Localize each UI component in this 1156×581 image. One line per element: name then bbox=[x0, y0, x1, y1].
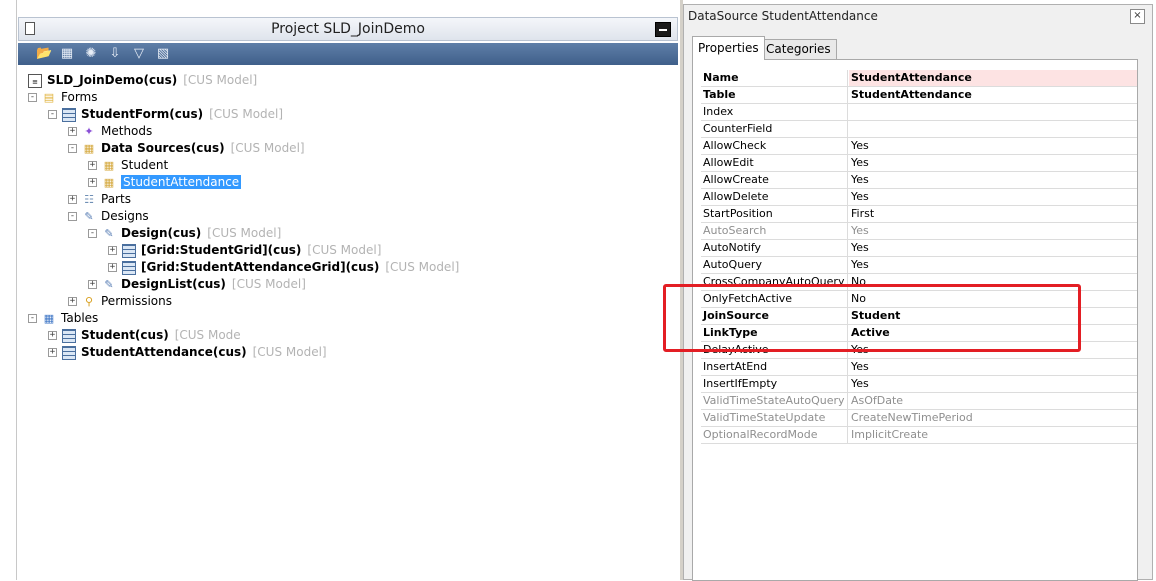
property-row[interactable]: OptionalRecordMode ImplicitCreate bbox=[701, 427, 1137, 444]
property-row[interactable]: ValidTimeStateUpdate CreateNewTimePeriod bbox=[701, 410, 1137, 427]
open-icon[interactable]: 📂 bbox=[36, 46, 52, 62]
tree-node-root[interactable]: ≡ SLD_JoinDemo(cus) [CUS Model] bbox=[28, 72, 257, 89]
layout-icon[interactable]: ▧ bbox=[155, 46, 171, 62]
project-toolbar: 📂 ▦ ✺ ⇩ ▽ ▧ bbox=[18, 43, 678, 65]
tree-node-design[interactable]: - ✎ Design(cus) [CUS Model] bbox=[88, 225, 281, 242]
tables-icon: ▦ bbox=[43, 311, 55, 325]
project-title: Project SLD_JoinDemo bbox=[271, 21, 425, 37]
tree-node-design-list[interactable]: + ✎ DesignList(cus) [CUS Model] bbox=[88, 276, 306, 293]
highlight-annotation-box bbox=[663, 284, 1081, 352]
property-row[interactable]: ValidTimeStateAutoQuery AsOfDate bbox=[701, 393, 1137, 410]
tree-node-permissions[interactable]: + ⚲ Permissions bbox=[68, 293, 172, 310]
expand-icon[interactable]: + bbox=[88, 178, 97, 187]
project-pane: Project SLD_JoinDemo 📂 ▦ ✺ ⇩ ▽ ▧ ≡ SLD_Jo… bbox=[0, 0, 680, 580]
tree-node-forms[interactable]: - ▤ Forms bbox=[28, 89, 97, 106]
property-row[interactable]: AutoSearch Yes bbox=[701, 223, 1137, 240]
data-sources-icon: ▦ bbox=[83, 141, 95, 155]
property-row[interactable]: AllowCheck Yes bbox=[701, 138, 1137, 155]
import-icon[interactable]: ⇩ bbox=[107, 46, 123, 62]
expand-icon[interactable]: + bbox=[88, 280, 97, 289]
compile-icon[interactable]: ✺ bbox=[83, 46, 99, 62]
tree-node-ds-attendance[interactable]: + ▦ StudentAttendance bbox=[88, 174, 242, 191]
forms-folder-icon: ▤ bbox=[43, 90, 55, 104]
save-icon[interactable]: ▦ bbox=[59, 46, 75, 62]
property-row[interactable]: AutoNotify Yes bbox=[701, 240, 1137, 257]
tree-node-methods[interactable]: + ✦ Methods bbox=[68, 123, 152, 140]
expand-icon[interactable]: + bbox=[68, 127, 77, 136]
expand-icon[interactable]: + bbox=[48, 348, 57, 357]
property-row[interactable]: InsertAtEnd Yes bbox=[701, 359, 1137, 376]
tree-node-student-form[interactable]: - StudentForm(cus) [CUS Model] bbox=[48, 106, 283, 123]
methods-icon: ✦ bbox=[84, 124, 94, 138]
tab-categories[interactable]: Categories bbox=[760, 39, 837, 60]
tree-node-designs[interactable]: - ✎ Designs bbox=[68, 208, 149, 225]
design-list-icon: ✎ bbox=[104, 277, 114, 291]
properties-title: DataSource StudentAttendance bbox=[688, 9, 878, 23]
filter-icon[interactable]: ▽ bbox=[131, 46, 147, 62]
tree-node-table-attendance[interactable]: + StudentAttendance(cus) [CUS Model] bbox=[48, 344, 327, 361]
collapse-icon[interactable]: - bbox=[28, 314, 37, 323]
close-button[interactable]: × bbox=[1130, 9, 1145, 24]
designs-icon: ✎ bbox=[84, 209, 94, 223]
table-icon bbox=[62, 328, 76, 343]
collapse-icon[interactable]: - bbox=[48, 110, 57, 119]
grid-icon bbox=[122, 243, 136, 258]
property-row[interactable]: Index bbox=[701, 104, 1137, 121]
property-row[interactable]: InsertIfEmpty Yes bbox=[701, 376, 1137, 393]
tree-node-parts[interactable]: + ☷ Parts bbox=[68, 191, 131, 208]
property-row[interactable]: AllowDelete Yes bbox=[701, 189, 1137, 206]
property-row[interactable]: AllowCreate Yes bbox=[701, 172, 1137, 189]
table-icon bbox=[62, 345, 76, 360]
tree-node-grid-student[interactable]: + [Grid:StudentGrid](cus) [CUS Model] bbox=[108, 242, 381, 259]
expand-icon[interactable]: + bbox=[108, 263, 117, 272]
data-source-icon: ▦ bbox=[103, 175, 115, 189]
property-row[interactable]: CounterField bbox=[701, 121, 1137, 138]
selected-node-label: StudentAttendance bbox=[121, 175, 242, 189]
collapse-icon[interactable]: - bbox=[88, 229, 97, 238]
tree-node-table-student[interactable]: + Student(cus) [CUS Mode bbox=[48, 327, 241, 344]
collapse-icon[interactable]: - bbox=[68, 212, 77, 221]
tree-node-data-sources[interactable]: - ▦ Data Sources(cus) [CUS Model] bbox=[68, 140, 305, 157]
collapse-icon[interactable]: - bbox=[28, 93, 37, 102]
data-source-icon: ▦ bbox=[103, 158, 115, 172]
property-row[interactable]: AllowEdit Yes bbox=[701, 155, 1137, 172]
minimize-button[interactable] bbox=[655, 22, 671, 37]
tree-node-tables[interactable]: - ▦ Tables bbox=[28, 310, 98, 327]
project-icon: ≡ bbox=[28, 73, 42, 88]
property-row[interactable]: Name StudentAttendance bbox=[701, 70, 1137, 87]
property-row[interactable]: Table StudentAttendance bbox=[701, 87, 1137, 104]
expand-icon[interactable]: + bbox=[108, 246, 117, 255]
expand-icon[interactable]: + bbox=[68, 195, 77, 204]
project-title-bar[interactable]: Project SLD_JoinDemo bbox=[18, 17, 678, 41]
tree-node-grid-attendance[interactable]: + [Grid:StudentAttendanceGrid](cus) [CUS M… bbox=[108, 259, 459, 276]
grid-icon bbox=[122, 260, 136, 275]
design-icon: ✎ bbox=[104, 226, 114, 240]
left-edge bbox=[0, 0, 17, 580]
expand-icon[interactable]: + bbox=[68, 297, 77, 306]
property-row[interactable]: AutoQuery Yes bbox=[701, 257, 1137, 274]
form-icon bbox=[62, 107, 76, 122]
parts-icon: ☷ bbox=[84, 192, 94, 206]
key-icon: ⚲ bbox=[84, 294, 94, 308]
tree-node-ds-student[interactable]: + ▦ Student bbox=[88, 157, 168, 174]
expand-icon[interactable]: + bbox=[88, 161, 97, 170]
property-row[interactable]: StartPosition First bbox=[701, 206, 1137, 223]
expand-icon[interactable]: + bbox=[48, 331, 57, 340]
collapse-icon[interactable]: - bbox=[68, 144, 77, 153]
tab-properties[interactable]: Properties bbox=[692, 36, 765, 60]
